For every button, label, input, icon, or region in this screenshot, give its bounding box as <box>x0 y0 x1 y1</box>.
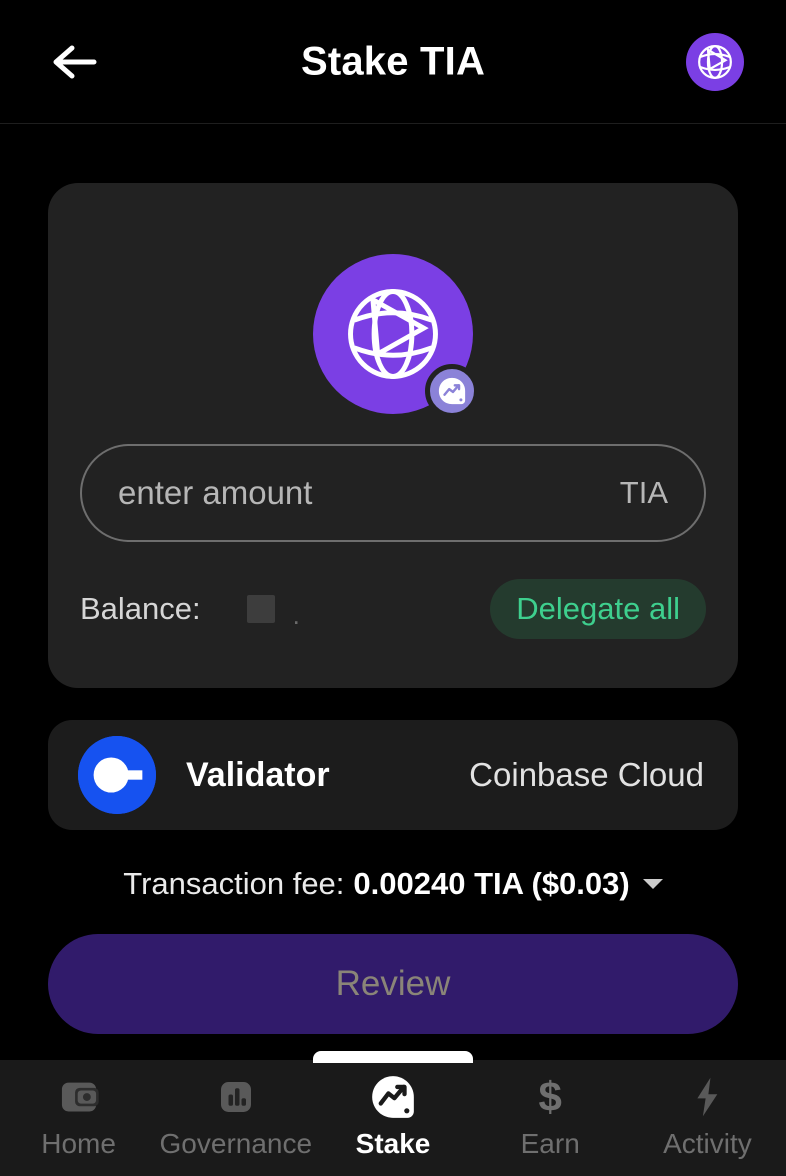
balance-trailing-dot: . <box>292 600 300 630</box>
bar-chart-icon <box>216 1074 256 1120</box>
coinbase-mark-icon <box>78 736 156 814</box>
celestia-logo-icon[interactable] <box>686 32 744 91</box>
wallet-icon <box>58 1074 100 1120</box>
page-title: Stake TIA <box>300 39 486 83</box>
chart-bubble-icon <box>438 377 466 405</box>
balance-label: Balance: <box>80 591 201 626</box>
validator-row[interactable]: Validator Coinbase Cloud <box>48 720 738 830</box>
nav-item-governance[interactable]: Governance <box>157 1074 314 1160</box>
review-button[interactable]: Review <box>48 934 738 1034</box>
nav-item-earn[interactable]: $ Earn <box>472 1074 629 1160</box>
nav-item-stake[interactable]: Stake <box>314 1074 471 1160</box>
token-logo-wrap <box>313 254 479 418</box>
validator-value: Coinbase Cloud <box>469 756 704 793</box>
balance-loading-placeholder <box>246 595 275 623</box>
transaction-fee-value: 0.00240 TIA ($0.03) <box>353 866 630 901</box>
content-area: TIA Balance: . Delegate all Validator Co… <box>0 124 786 1176</box>
stake-chart-icon <box>370 1074 416 1120</box>
nav-label-stake: Stake <box>355 1128 431 1159</box>
transaction-fee-row[interactable]: Transaction fee: 0.00240 TIA ($0.03) <box>0 866 786 902</box>
amount-card: TIA Balance: . Delegate all <box>48 183 738 688</box>
stake-chart-badge-icon <box>425 364 479 418</box>
nav-label-home: Home <box>41 1128 116 1159</box>
lightning-bolt-icon <box>687 1074 727 1120</box>
nav-item-activity[interactable]: Activity <box>629 1074 786 1160</box>
amount-input[interactable] <box>118 474 604 512</box>
nav-label-activity: Activity <box>663 1128 752 1159</box>
amount-input-row[interactable]: TIA <box>80 444 706 542</box>
home-indicator <box>313 1051 473 1063</box>
balance-row: Balance: . Delegate all <box>80 578 706 640</box>
celestia-globe-icon <box>698 44 732 79</box>
app-header: Stake TIA <box>0 0 786 124</box>
nav-item-home[interactable]: Home <box>0 1074 157 1160</box>
delegate-all-button[interactable]: Delegate all <box>490 579 706 639</box>
nav-label-governance: Governance <box>159 1128 313 1159</box>
chevron-down-icon[interactable] <box>642 879 663 889</box>
coinbase-logo-icon <box>78 736 156 814</box>
dollar-sign-icon: $ <box>538 1073 562 1120</box>
transaction-fee-label: Transaction fee: <box>123 866 345 901</box>
amount-unit-label: TIA <box>619 475 668 510</box>
validator-label: Validator <box>186 755 330 794</box>
stake-screen: Stake TIA enter amount TIA Balance: . De… <box>0 0 786 1176</box>
bottom-navigation: Home Governance Stake $ Earn Activity <box>0 1051 786 1176</box>
nav-label-earn: Earn <box>520 1128 580 1159</box>
